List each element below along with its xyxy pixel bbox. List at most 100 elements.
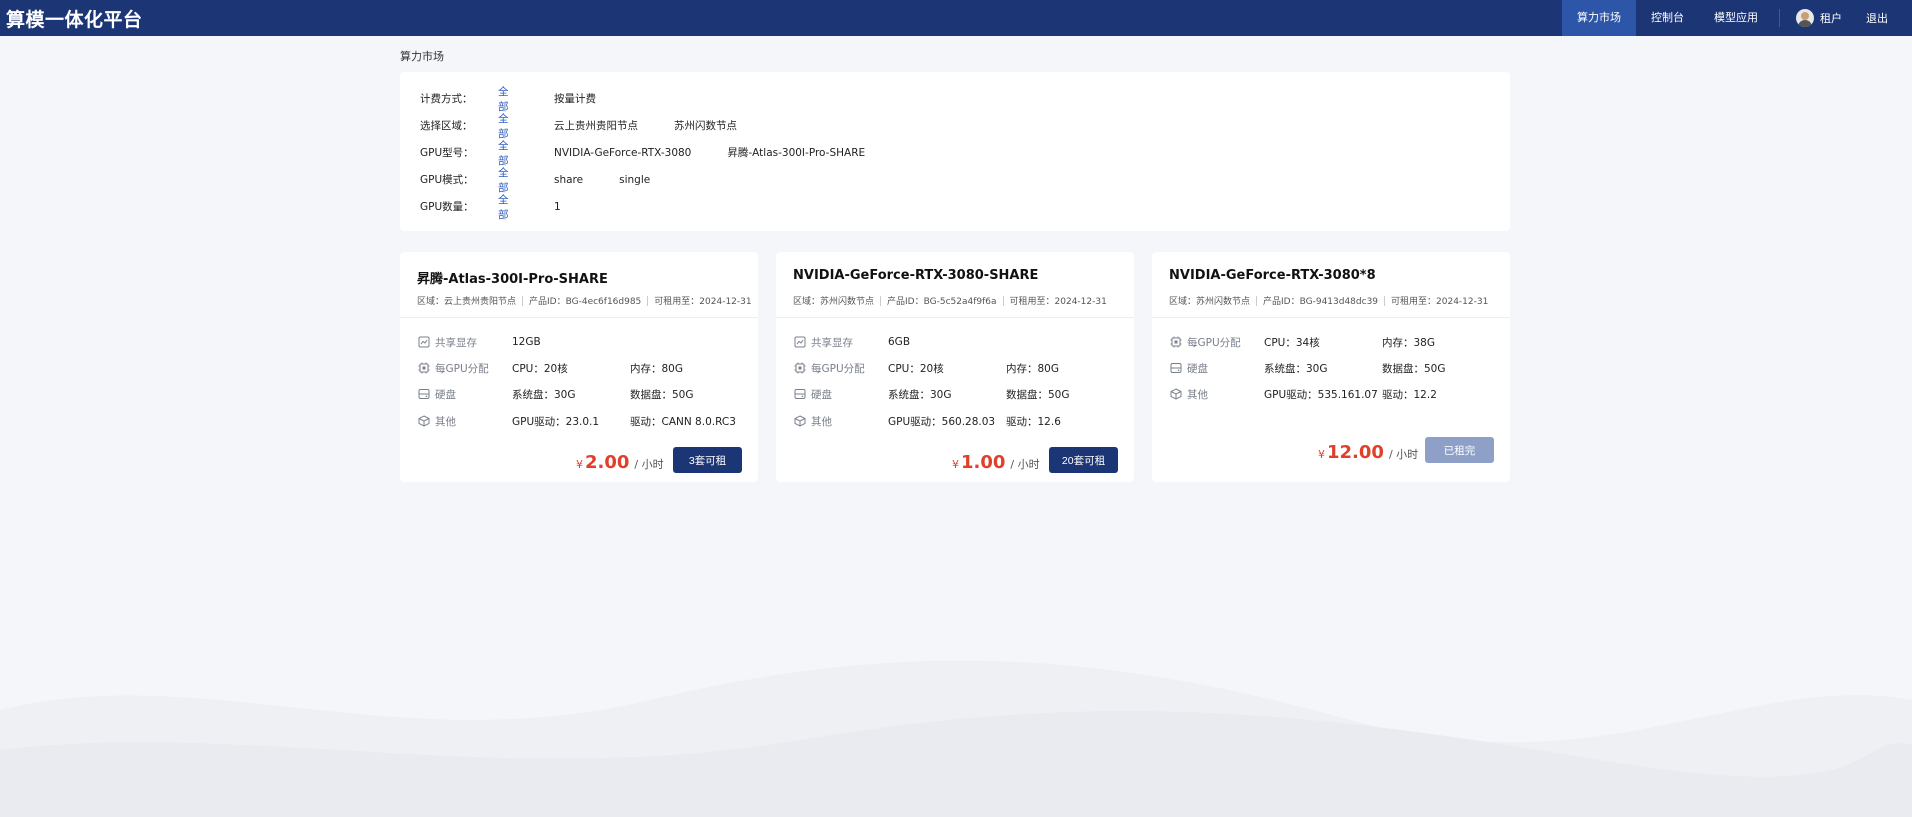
filter-option[interactable]: 全部	[498, 84, 518, 114]
spec-value: GPU驱动：23.0.1	[512, 415, 600, 428]
spec-row: 其他 GPU驱动：23.0.1 驱动：CANN 8.0.RC3	[417, 414, 736, 428]
card-product-id: 产品ID：BG-9413d48dc39	[1263, 297, 1379, 307]
price-value: 2.00	[585, 452, 630, 473]
spec-value: CPU：20核	[512, 362, 568, 375]
spec-value: 系统盘：30G	[1264, 362, 1328, 375]
spec-value: 数据盘：50G	[1006, 388, 1070, 401]
main-nav: 算力市场 控制台 模型应用 租户 退出	[1562, 0, 1912, 36]
sold-out-button[interactable]: 已租完	[1425, 437, 1494, 463]
spec-value: 12GB	[512, 336, 541, 348]
spec-row: 每GPU分配 CPU：20核 内存：80G	[793, 361, 1059, 375]
price-value: 12.00	[1327, 442, 1384, 463]
filter-option[interactable]: 全部	[498, 138, 518, 168]
nav-item-model-apps[interactable]: 模型应用	[1699, 0, 1773, 36]
spec-value: 驱动：12.2	[1382, 388, 1437, 401]
spec-name: 硬盘	[811, 388, 832, 401]
card-price: ¥ 12.00 / 小时	[1318, 442, 1418, 463]
other-icon	[1169, 387, 1183, 401]
spec-name: 共享显存	[435, 336, 477, 349]
spec-value: 数据盘：50G	[630, 388, 694, 401]
user-label: 租户	[1820, 12, 1842, 25]
spec-name: 其他	[435, 415, 456, 428]
spec-row: 硬盘 系统盘：30G 数据盘：50G	[1169, 361, 1446, 375]
filter-label: 计费方式：	[420, 93, 473, 105]
spec-name: 共享显存	[811, 336, 853, 349]
brand-title: 算模一体化平台	[6, 8, 143, 31]
gpu-allocation-icon	[1169, 335, 1183, 349]
spec-name: 每GPU分配	[435, 362, 489, 375]
background-wave-decoration	[0, 660, 1912, 817]
other-icon	[793, 414, 807, 428]
disk-icon	[1169, 361, 1183, 375]
filter-option[interactable]: 昇腾-Atlas-300I-Pro-SHARE	[727, 145, 865, 160]
filter-option[interactable]: 全部	[498, 192, 518, 222]
spec-value: 6GB	[888, 336, 911, 348]
nav-item-compute-market[interactable]: 算力市场	[1562, 0, 1636, 36]
logout-link[interactable]: 退出	[1856, 10, 1912, 26]
price-value: 1.00	[961, 452, 1006, 473]
spec-value: 系统盘：30G	[512, 388, 576, 401]
spec-name: 其他	[811, 415, 832, 428]
product-card: NVIDIA-GeForce-RTX-3080-SHARE 区域：苏州闪数节点 …	[776, 252, 1134, 482]
filter-option[interactable]: 苏州闪数节点	[674, 118, 737, 133]
card-expire: 可租用至：2024-12-31	[654, 297, 752, 307]
spec-value: 系统盘：30G	[888, 388, 952, 401]
card-title: NVIDIA-GeForce-RTX-3080*8	[1169, 268, 1376, 283]
spec-value: CPU：34核	[1264, 336, 1320, 349]
shared-memory-icon	[417, 335, 431, 349]
card-divider	[1152, 317, 1510, 318]
disk-icon	[417, 387, 431, 401]
spec-name: 硬盘	[1187, 362, 1208, 375]
spec-value: CPU：20核	[888, 362, 944, 375]
card-divider	[400, 317, 758, 318]
filter-row-billing: 计费方式： 全部 按量计费	[420, 84, 1510, 114]
filter-option[interactable]: 全部	[498, 165, 518, 195]
top-navbar: 算模一体化平台 算力市场 控制台 模型应用 租户 退出	[0, 0, 1912, 36]
spec-name: 每GPU分配	[811, 362, 865, 375]
product-card-list: 昇腾-Atlas-300I-Pro-SHARE 区域：云上贵州贵阳节点 产品ID…	[400, 252, 1510, 482]
product-card: NVIDIA-GeForce-RTX-3080*8 区域：苏州闪数节点 产品ID…	[1152, 252, 1510, 482]
card-title: 昇腾-Atlas-300I-Pro-SHARE	[417, 272, 608, 287]
currency-symbol: ¥	[1318, 448, 1325, 461]
spec-value: 驱动：12.6	[1006, 415, 1061, 428]
rent-button[interactable]: 20套可租	[1049, 447, 1118, 473]
filter-option[interactable]: 按量计费	[554, 91, 596, 106]
card-product-id: 产品ID：BG-5c52a4f9f6a	[887, 297, 997, 307]
card-meta: 区域：云上贵州贵阳节点 产品ID：BG-4ec6f16d985 可租用至：202…	[417, 294, 752, 307]
price-unit: / 小时	[1010, 458, 1040, 471]
disk-icon	[793, 387, 807, 401]
filter-label: GPU型号：	[420, 147, 474, 159]
filter-option[interactable]: share	[554, 174, 583, 186]
card-expire: 可租用至：2024-12-31	[1009, 297, 1107, 307]
spec-value: 数据盘：50G	[1382, 362, 1446, 375]
card-region: 区域：苏州闪数节点	[793, 297, 875, 307]
breadcrumb: 算力市场	[400, 50, 444, 63]
spec-row: 每GPU分配 CPU：34核 内存：38G	[1169, 335, 1435, 349]
price-unit: / 小时	[634, 458, 664, 471]
spec-row: 共享显存 6GB	[793, 335, 1006, 349]
filter-option[interactable]: 全部	[498, 111, 518, 141]
filter-option[interactable]: NVIDIA-GeForce-RTX-3080	[554, 147, 691, 159]
filter-row-region: 选择区域： 全部 云上贵州贵阳节点 苏州闪数节点	[420, 111, 1510, 141]
nav-item-console[interactable]: 控制台	[1636, 0, 1699, 36]
card-meta: 区域：苏州闪数节点 产品ID：BG-5c52a4f9f6a 可租用至：2024-…	[793, 294, 1107, 307]
other-icon	[417, 414, 431, 428]
card-price: ¥ 1.00 / 小时	[952, 452, 1040, 473]
rent-button[interactable]: 3套可租	[673, 447, 742, 473]
filter-label: GPU数量：	[420, 201, 474, 213]
user-menu[interactable]: 租户	[1786, 9, 1856, 27]
filter-option[interactable]: 云上贵州贵阳节点	[554, 118, 638, 133]
filter-option[interactable]: single	[619, 174, 650, 186]
spec-name: 其他	[1187, 388, 1208, 401]
card-meta: 区域：苏州闪数节点 产品ID：BG-9413d48dc39 可租用至：2024-…	[1169, 294, 1488, 307]
spec-value: 内存：80G	[630, 362, 683, 375]
card-divider	[776, 317, 1134, 318]
spec-value: GPU驱动：560.28.03	[888, 415, 996, 428]
spec-value: 内存：80G	[1006, 362, 1059, 375]
card-expire: 可租用至：2024-12-31	[1391, 297, 1489, 307]
card-product-id: 产品ID：BG-4ec6f16d985	[529, 297, 642, 307]
card-title: NVIDIA-GeForce-RTX-3080-SHARE	[793, 268, 1039, 283]
spec-row: 其他 GPU驱动：535.161.07 驱动：12.2	[1169, 387, 1437, 401]
filter-option[interactable]: 1	[554, 201, 561, 213]
spec-value: 内存：38G	[1382, 336, 1435, 349]
